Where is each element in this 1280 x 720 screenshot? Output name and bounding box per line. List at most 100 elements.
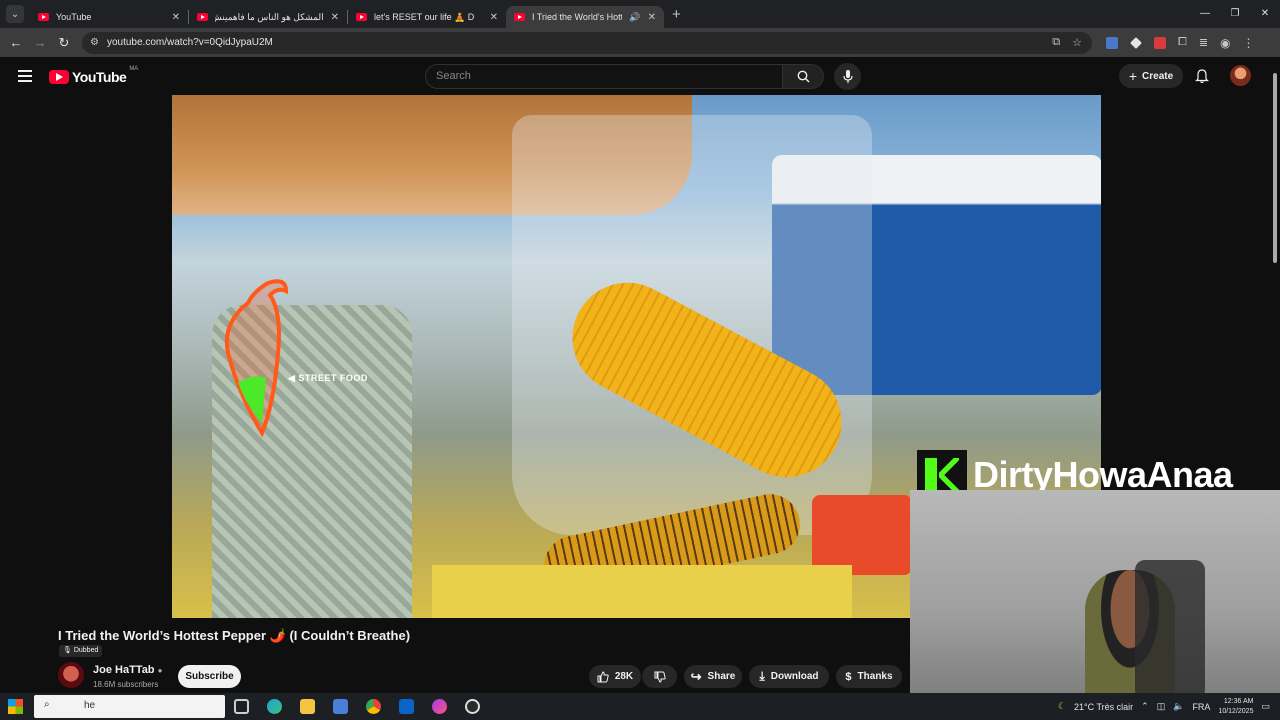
channel-name-text: Joe HaTTab — [93, 664, 155, 676]
translate-extension-icon[interactable] — [1106, 36, 1118, 49]
extensions-puzzle-icon[interactable]: ⧠ — [1178, 36, 1187, 49]
close-icon[interactable]: ✕ — [648, 12, 656, 23]
reading-list-icon[interactable]: ≣ — [1199, 36, 1208, 49]
tray-overflow-icon[interactable]: ⌃ — [1141, 701, 1149, 712]
address-bar[interactable]: ⚙ youtube.com/watch?v=0QidJypaU2M ⧉ ☆ — [82, 31, 1092, 54]
youtube-header: YouTube MA Search + Create — [0, 57, 1280, 95]
diamond-extension-icon[interactable] — [1130, 36, 1142, 49]
subscribe-button[interactable]: Subscribe — [178, 665, 241, 688]
country-code: MA — [129, 66, 139, 72]
voice-search-button[interactable] — [834, 63, 861, 90]
dislike-button[interactable] — [642, 665, 677, 688]
taskbar-search-box[interactable]: ⌕ he — [34, 695, 225, 718]
share-button[interactable]: ↪ Share — [684, 665, 742, 688]
search-icon: ⌕ — [44, 699, 50, 710]
weather-moon-icon: ☾ — [1057, 701, 1067, 711]
search-icon — [797, 70, 809, 83]
thumbs-up-icon — [597, 670, 609, 682]
obs-icon[interactable] — [465, 699, 480, 714]
video-title: I Tried the World’s Hottest Pepper 🌶️ (I… — [58, 628, 411, 643]
download-button[interactable]: ⤓ Download — [749, 665, 829, 688]
start-icon[interactable] — [8, 699, 23, 714]
tab-hottest-pepper[interactable]: I Tried the World's Hottest P 🔊 ✕ — [506, 6, 664, 28]
file-explorer-icon[interactable] — [300, 699, 315, 714]
clock[interactable]: 12:36 AM 10/12/2025 — [1218, 697, 1253, 717]
channel-avatar[interactable] — [58, 662, 84, 688]
youtube-logo[interactable]: YouTube MA — [49, 66, 139, 85]
browser-menu-icon[interactable]: ⋮ — [1243, 36, 1255, 50]
address-toolbar: ← → ↻ ⚙ youtube.com/watch?v=0QidJypaU2M … — [0, 28, 1280, 57]
cast-icon[interactable]: ⧉ — [1052, 36, 1060, 49]
youtube-favicon-icon — [197, 13, 208, 21]
tab-search-button[interactable]: ⌄ — [6, 5, 24, 23]
plus-icon: + — [1128, 68, 1138, 84]
messenger-icon[interactable] — [432, 699, 447, 714]
tab-youtube[interactable]: YouTube ✕ — [30, 6, 188, 28]
dubbed-badge: 🎙 Dubbed — [59, 645, 103, 657]
menu-icon[interactable] — [18, 70, 32, 82]
network-icon[interactable]: ◫ — [1157, 701, 1166, 712]
profile-icon[interactable]: ◉ — [1220, 36, 1230, 50]
store-icon[interactable] — [333, 699, 348, 714]
language-indicator[interactable]: FRA — [1192, 702, 1210, 712]
weather-text[interactable]: 21°C Très clair — [1074, 702, 1133, 712]
site-info-icon[interactable]: ⚙ — [90, 37, 99, 48]
search-input[interactable]: Search — [425, 64, 783, 89]
task-view-icon[interactable] — [234, 699, 249, 714]
url-text: youtube.com/watch?v=0QidJypaU2M — [106, 37, 273, 48]
subscriber-count: 18.6M subscribers — [93, 680, 159, 689]
video-red-tray — [812, 495, 912, 575]
audio-playing-icon[interactable]: 🔊 — [629, 12, 640, 23]
webcam-feed — [910, 490, 1280, 700]
street-food-overlay-label: ◀ STREET FOOD — [288, 373, 368, 383]
reload-button[interactable]: ↻ — [52, 35, 76, 51]
back-button[interactable]: ← — [4, 35, 28, 50]
red-extension-icon[interactable] — [1154, 36, 1166, 49]
share-label: Share — [707, 671, 736, 682]
account-avatar[interactable] — [1230, 65, 1251, 86]
thanks-button[interactable]: $ Thanks — [836, 665, 902, 688]
search-button[interactable] — [783, 64, 824, 89]
clock-time: 12:36 AM — [1223, 697, 1254, 705]
microphone-icon — [842, 69, 853, 83]
scrollbar-thumb[interactable] — [1273, 73, 1277, 263]
chrome-icon[interactable] — [366, 699, 381, 714]
window-controls: — ❐ ✕ — [1190, 0, 1280, 28]
notifications-icon[interactable]: ▭ — [1261, 701, 1270, 712]
restore-button[interactable]: ❐ — [1220, 0, 1250, 28]
tab-reset-life[interactable]: let's RESET our life 🧘 D ✕ — [348, 6, 506, 28]
volume-icon[interactable]: 🔈 — [1173, 701, 1184, 712]
create-button[interactable]: + Create — [1119, 64, 1183, 88]
close-icon[interactable]: ✕ — [172, 12, 180, 23]
outlook-icon[interactable] — [399, 699, 414, 714]
tab-title: I Tried the World's Hottest P — [532, 12, 622, 22]
youtube-favicon-icon — [514, 13, 525, 21]
new-tab-button[interactable]: + — [672, 6, 681, 23]
like-button[interactable]: 28K — [589, 665, 641, 688]
close-window-button[interactable]: ✕ — [1250, 0, 1280, 28]
extensions-area: ⧠ ≣ ◉ ⋮ — [1106, 36, 1255, 50]
tab-title: المشكل هو الناس ما فاهمينش ... — [215, 11, 324, 22]
minimize-button[interactable]: — — [1190, 0, 1220, 28]
dubbed-icon: 🎙 — [63, 647, 72, 654]
search-placeholder: Search — [436, 70, 471, 82]
taskbar-search-text: he — [84, 700, 96, 711]
close-icon[interactable]: ✕ — [490, 12, 498, 23]
tab-title: YouTube — [56, 12, 92, 22]
bookmark-star-icon[interactable]: ☆ — [1072, 36, 1082, 49]
edge-icon[interactable] — [267, 699, 282, 714]
close-icon[interactable]: ✕ — [331, 12, 339, 23]
youtube-play-icon — [49, 70, 69, 84]
share-icon: ↪ — [690, 668, 702, 684]
download-label: Download — [770, 671, 819, 682]
like-count: 28K — [614, 671, 634, 682]
youtube-favicon-icon — [38, 13, 49, 21]
forward-button[interactable]: → — [28, 35, 52, 50]
channel-name[interactable]: Joe HaTTab ● — [93, 664, 162, 676]
tab-arabic-video[interactable]: المشكل هو الناس ما فاهمينش ... ✕ — [189, 6, 347, 28]
download-icon: ⤓ — [759, 669, 765, 683]
verified-icon: ● — [157, 666, 163, 675]
system-tray: ☾ 21°C Très clair ⌃ ◫ 🔈 FRA 12:36 AM 10/… — [1058, 693, 1280, 720]
notifications-bell-icon[interactable] — [1194, 68, 1210, 84]
create-label: Create — [1142, 70, 1174, 82]
